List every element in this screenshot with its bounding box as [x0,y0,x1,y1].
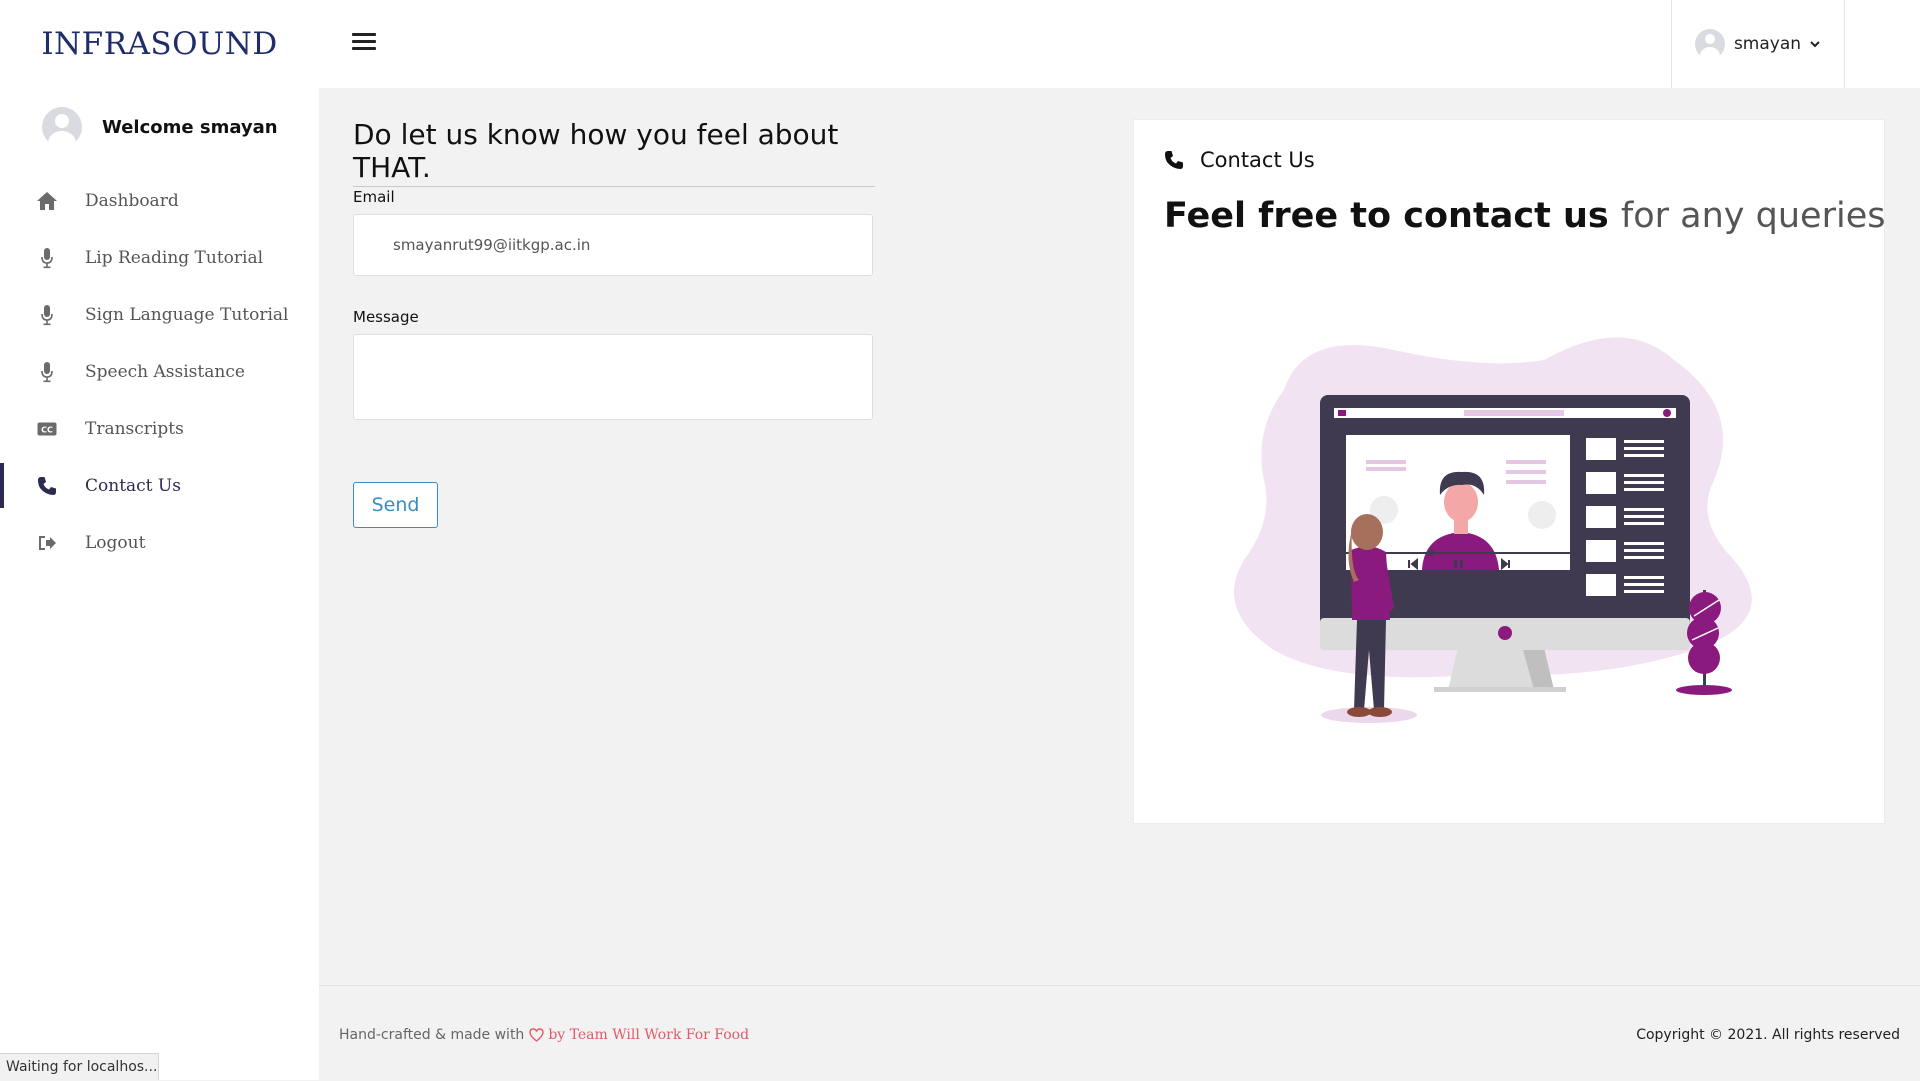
card-title: Feel free to contact us for any queries [1164,196,1885,236]
microphone-icon [36,247,58,269]
email-label: Email [353,188,395,206]
phone-icon [1165,151,1183,169]
microphone-icon [36,361,58,383]
avatar [1694,29,1725,59]
contact-illustration [1234,337,1752,723]
sidebar: INFRASOUND Welcome smayan Dashboard Lip … [0,0,319,1080]
welcome-text: Welcome smayan [102,116,278,138]
sidebar-item-sign-language[interactable]: Sign Language Tutorial [0,286,319,343]
footer-credit: Hand-crafted & made with by Team Will Wo… [339,1027,749,1043]
browser-status-bar: Waiting for localhos... [0,1053,159,1080]
footer: Hand-crafted & made with by Team Will Wo… [319,985,1920,1081]
sidebar-item-transcripts[interactable]: CC Transcripts [0,400,319,457]
email-field[interactable] [353,214,873,276]
user-name: smayan [1733,34,1802,54]
team-link[interactable]: by Team Will Work For Food [548,1027,749,1043]
contact-card: Contact Us Feel free to contact us for a… [1133,119,1885,824]
sidebar-item-label: Logout [85,532,146,553]
user-menu[interactable]: smayan [1671,0,1845,88]
logout-icon [36,532,58,554]
welcome-block: Welcome smayan [42,107,278,147]
copyright: Copyright © 2021. All rights reserved [1636,1027,1900,1043]
form-title: Do let us know how you feel about THAT. [353,118,875,187]
heart-icon [529,1028,545,1042]
card-title-bold: Feel free to contact us [1164,196,1609,236]
chevron-down-icon [1810,41,1820,48]
sidebar-item-label: Sign Language Tutorial [85,304,289,325]
card-header-label: Contact Us [1200,148,1315,172]
brand-logo[interactable]: INFRASOUND [0,0,319,88]
sidebar-item-speech-assistance[interactable]: Speech Assistance [0,343,319,400]
sidebar-item-label: Lip Reading Tutorial [85,247,264,268]
hamburger-menu-icon[interactable] [352,30,376,54]
sidebar-item-label: Contact Us [85,475,181,496]
svg-text:CC: CC [41,425,53,434]
sidebar-item-lip-reading[interactable]: Lip Reading Tutorial [0,229,319,286]
sidebar-nav: Dashboard Lip Reading Tutorial Sign Lang… [0,172,319,571]
sidebar-item-logout[interactable]: Logout [0,514,319,571]
footer-text: Hand-crafted & made with [339,1027,525,1043]
sidebar-item-label: Speech Assistance [85,361,245,382]
sidebar-item-label: Dashboard [85,190,179,211]
message-label: Message [353,308,419,326]
top-bar: smayan [319,0,1920,88]
send-button[interactable]: Send [353,482,438,528]
microphone-icon [36,304,58,326]
home-icon [36,190,58,212]
phone-icon [36,475,58,497]
sidebar-item-label: Transcripts [85,418,184,439]
card-title-light: for any queries [1620,196,1886,236]
message-field[interactable] [353,334,873,420]
closed-caption-icon: CC [36,418,58,440]
card-header: Contact Us [1164,148,1315,172]
contact-form: Do let us know how you feel about THAT. … [353,118,875,528]
sidebar-item-contact-us[interactable]: Contact Us [0,457,319,514]
avatar [42,107,82,147]
sidebar-item-dashboard[interactable]: Dashboard [0,172,319,229]
